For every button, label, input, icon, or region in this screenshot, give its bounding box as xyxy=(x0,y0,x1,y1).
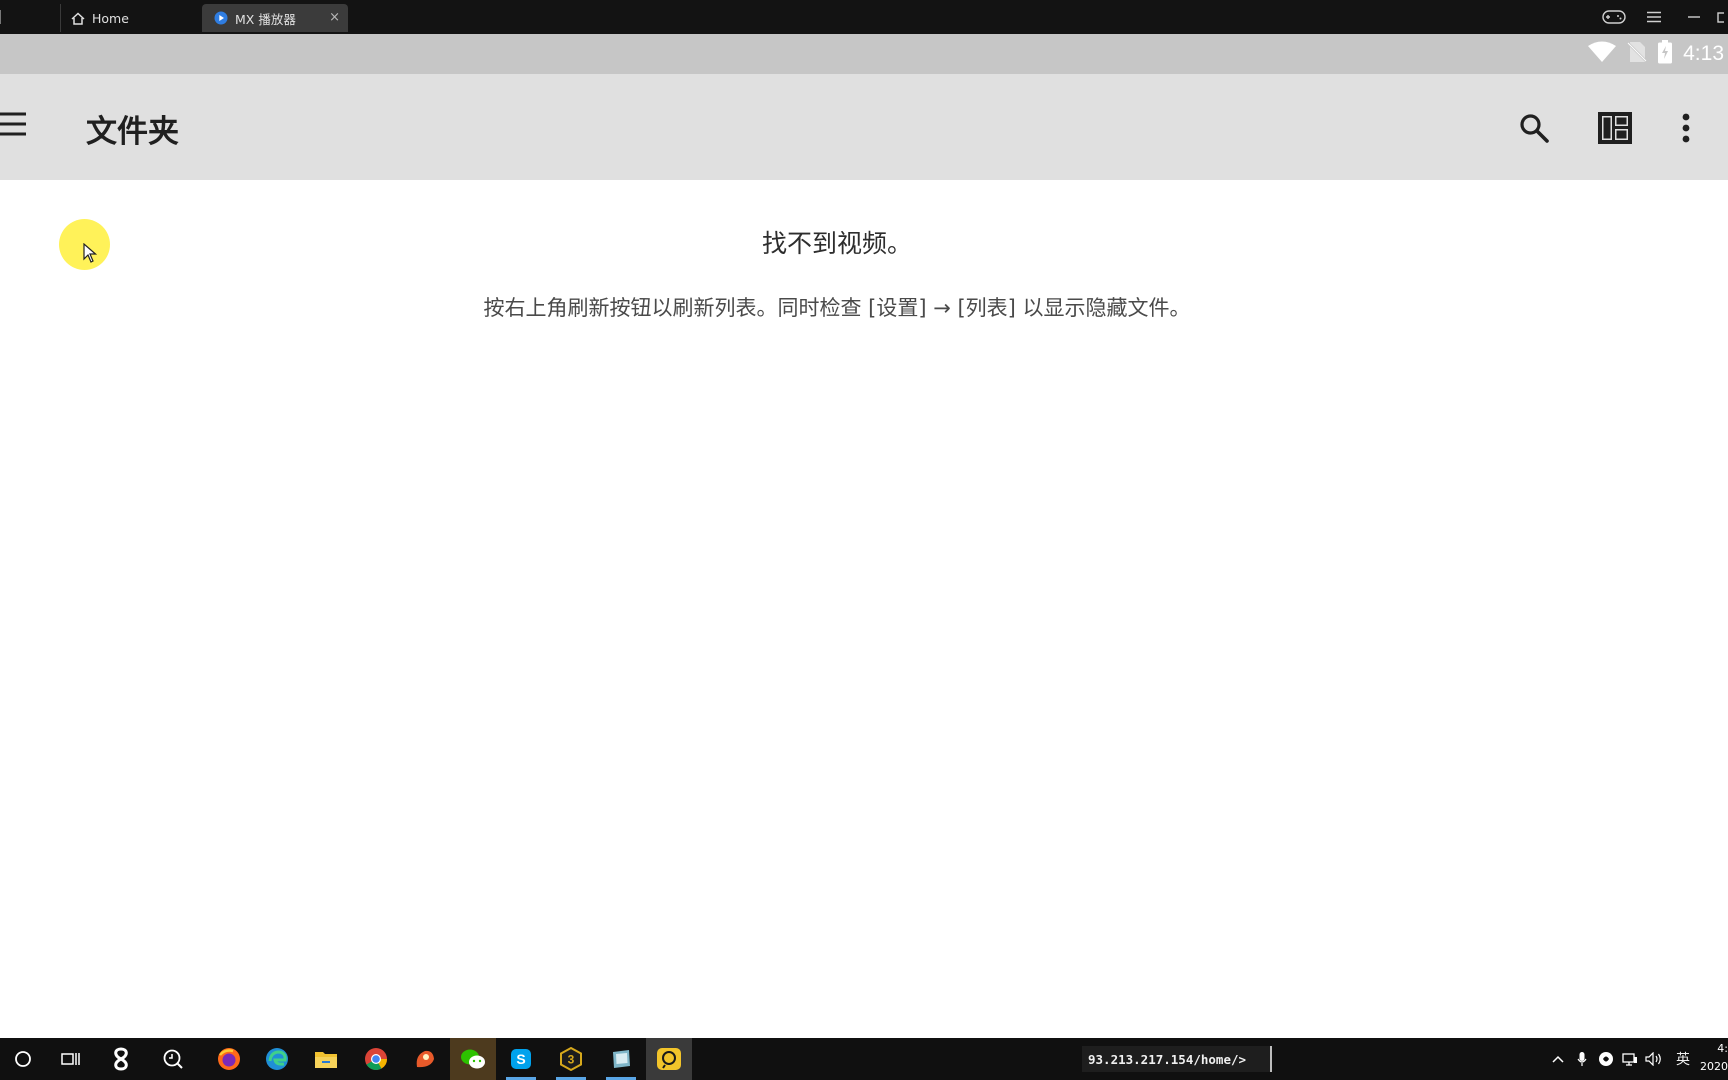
app-icon[interactable]: 3 xyxy=(548,1038,594,1080)
svg-text:S: S xyxy=(516,1051,525,1067)
close-tab-icon[interactable]: × xyxy=(329,10,340,25)
no-sim-icon xyxy=(1627,41,1648,67)
app-bar: 文件夹 xyxy=(0,74,1728,180)
status-clock: 4:13 xyxy=(1683,42,1724,65)
page-title: 文件夹 xyxy=(86,114,179,150)
input-language-indicator[interactable]: 英 xyxy=(1666,1038,1700,1080)
tab-home[interactable]: Home xyxy=(60,4,200,32)
emulator-title-bar: Home MX 播放器 × xyxy=(0,0,1728,34)
empty-state-title: 找不到视频。 xyxy=(761,229,912,258)
layout-icon[interactable] xyxy=(1593,106,1637,150)
file-explorer-icon[interactable] xyxy=(303,1038,349,1080)
edge-icon[interactable] xyxy=(254,1038,300,1080)
command-input[interactable]: 93.213.217.154/home/> xyxy=(1082,1046,1272,1072)
tray-clock[interactable]: 4: 2020 xyxy=(1700,1038,1728,1080)
microphone-icon[interactable] xyxy=(1570,1038,1594,1080)
wifi-icon xyxy=(1587,41,1617,67)
battery-charging-icon xyxy=(1657,40,1673,68)
hamburger-menu-icon[interactable] xyxy=(1634,0,1674,34)
empty-state-hint: 按右上角刷新按钮以刷新列表。同时检查 [设置] → [列表] 以显示隐藏文件。 xyxy=(483,296,1191,320)
start-icon[interactable] xyxy=(0,1038,46,1080)
tray-date: 2020 xyxy=(1700,1060,1728,1073)
gamepad-icon[interactable] xyxy=(1594,0,1634,34)
wechat-icon[interactable] xyxy=(450,1038,496,1080)
tab-mx-player-label: MX 播放器 xyxy=(235,11,296,27)
tray-time: 4: xyxy=(1717,1042,1728,1055)
svg-text:3: 3 xyxy=(568,1053,575,1067)
windows-taskbar: S 3 xyxy=(0,1038,1728,1080)
chevron-up-icon[interactable] xyxy=(1546,1038,1570,1080)
firefox-icon[interactable] xyxy=(206,1038,252,1080)
status-icons: 4:13 xyxy=(1587,34,1724,74)
home-icon xyxy=(71,11,85,25)
mx-player-icon xyxy=(214,11,228,25)
restore-icon[interactable] xyxy=(1714,0,1728,34)
chrome-icon[interactable] xyxy=(353,1038,399,1080)
tab-home-label: Home xyxy=(92,10,129,26)
network-icon[interactable] xyxy=(1618,1038,1642,1080)
search-icon[interactable] xyxy=(1512,106,1556,150)
content-area: 找不到视频。 按右上角刷新按钮以刷新列表。同时检查 [设置] → [列表] 以显… xyxy=(0,180,1728,1038)
app-icon[interactable] xyxy=(646,1038,692,1080)
mouse-cursor-icon xyxy=(83,242,98,267)
app-icon[interactable] xyxy=(598,1038,644,1080)
app-icon[interactable] xyxy=(98,1038,144,1080)
app-icon[interactable] xyxy=(402,1038,448,1080)
more-vert-icon[interactable] xyxy=(1664,106,1708,150)
system-tray: 英 4: 2020 xyxy=(1546,1038,1728,1080)
android-status-bar: 4:13 xyxy=(0,34,1728,74)
navigation-menu-icon[interactable] xyxy=(0,110,30,142)
window-controls xyxy=(1594,0,1728,34)
minimize-icon[interactable] xyxy=(1674,0,1714,34)
app-tray-icon[interactable] xyxy=(1594,1038,1618,1080)
window-edge xyxy=(0,10,4,24)
search-app-icon[interactable] xyxy=(150,1038,196,1080)
task-view-icon[interactable] xyxy=(48,1038,94,1080)
volume-icon[interactable] xyxy=(1642,1038,1666,1080)
tab-mx-player[interactable]: MX 播放器 × xyxy=(202,4,348,32)
skype-icon[interactable]: S xyxy=(498,1038,544,1080)
